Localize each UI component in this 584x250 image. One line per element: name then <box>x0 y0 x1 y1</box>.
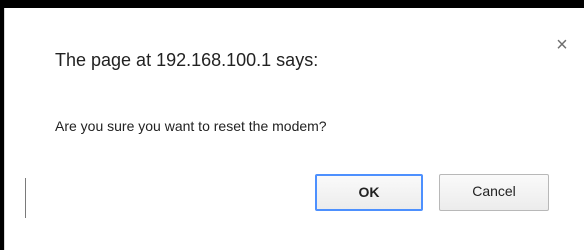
dialog-divider <box>25 178 26 218</box>
close-icon[interactable]: × <box>553 35 571 55</box>
alert-dialog: The page at 192.168.100.1 says: × Are yo… <box>4 8 584 250</box>
ok-button[interactable]: OK <box>315 174 423 211</box>
dialog-message: Are you sure you want to reset the modem… <box>55 118 327 134</box>
cancel-button[interactable]: Cancel <box>439 174 549 211</box>
dialog-title: The page at 192.168.100.1 says: <box>55 50 319 70</box>
